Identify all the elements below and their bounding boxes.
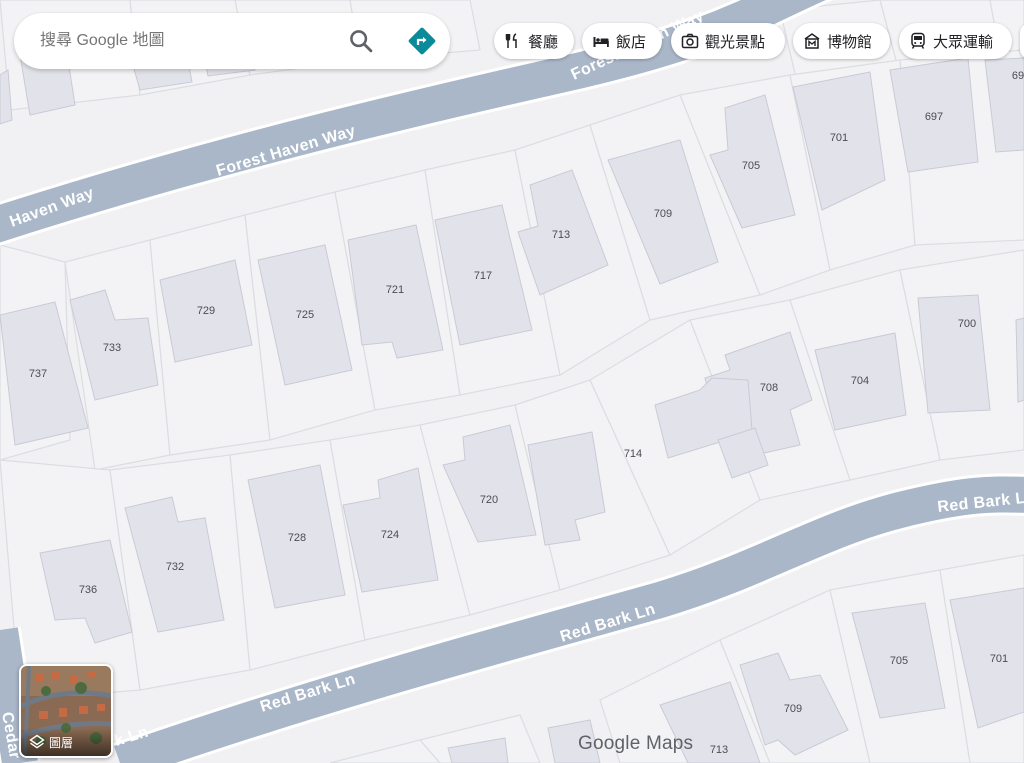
layers-button[interactable]: 圖層	[19, 664, 113, 758]
layers-icon	[29, 734, 45, 749]
address-label: 725	[296, 309, 314, 321]
address-label: 708	[760, 382, 778, 394]
address-label: 717	[474, 270, 492, 282]
chip-hotels[interactable]: 飯店	[582, 23, 662, 59]
address-label: 713	[552, 229, 570, 241]
chip-more[interactable]	[1020, 23, 1024, 59]
chip-transit[interactable]: 大眾運輸	[899, 23, 1012, 59]
chip-label: 博物館	[827, 33, 873, 51]
chip-attractions[interactable]: 觀光景點	[671, 23, 785, 59]
address-label: 713	[710, 744, 728, 756]
address-label: 709	[784, 703, 802, 715]
search-icon[interactable]	[347, 27, 375, 55]
address-label: 69	[1012, 70, 1024, 82]
address-label: 705	[890, 655, 908, 667]
address-label: 704	[851, 375, 869, 387]
address-label: 720	[480, 494, 498, 506]
map-canvas[interactable]: Forest Haven Way Haven Way Forest Haven …	[0, 0, 1024, 763]
camera-icon	[681, 33, 699, 49]
address-label: 705	[742, 160, 760, 172]
layers-label: 圖層	[21, 728, 111, 756]
museum-icon	[804, 33, 820, 49]
chip-label: 飯店	[616, 33, 647, 51]
address-label: 721	[386, 284, 404, 296]
address-label: 733	[103, 342, 121, 354]
layers-text: 圖層	[49, 735, 74, 750]
chip-label: 餐廳	[528, 33, 559, 51]
chip-label: 大眾運輸	[933, 33, 994, 51]
address-label: 724	[381, 529, 399, 541]
address-label: 737	[29, 368, 47, 380]
address-label: 701	[830, 132, 848, 144]
transit-icon	[911, 32, 925, 49]
address-label: 728	[288, 532, 306, 544]
building	[1015, 317, 1024, 403]
search-box	[14, 13, 450, 69]
address-label: 736	[79, 584, 97, 596]
address-label: 700	[958, 318, 976, 330]
address-label: 714	[624, 448, 642, 460]
chip-museums[interactable]: 博物館	[793, 23, 890, 59]
address-label: 697	[925, 111, 943, 123]
restaurant-icon	[505, 33, 517, 48]
chip-label: 觀光景點	[705, 33, 766, 51]
building	[917, 294, 991, 414]
directions-icon[interactable]	[406, 25, 438, 57]
search-input[interactable]	[40, 13, 320, 69]
address-label: 701	[990, 653, 1008, 665]
address-label: 729	[197, 305, 215, 317]
chip-restaurants[interactable]: 餐廳	[494, 23, 574, 59]
google-maps-logo: Google Maps	[578, 733, 694, 754]
address-label: 732	[166, 561, 184, 573]
hotel-icon	[593, 37, 609, 47]
address-label: 709	[654, 208, 672, 220]
